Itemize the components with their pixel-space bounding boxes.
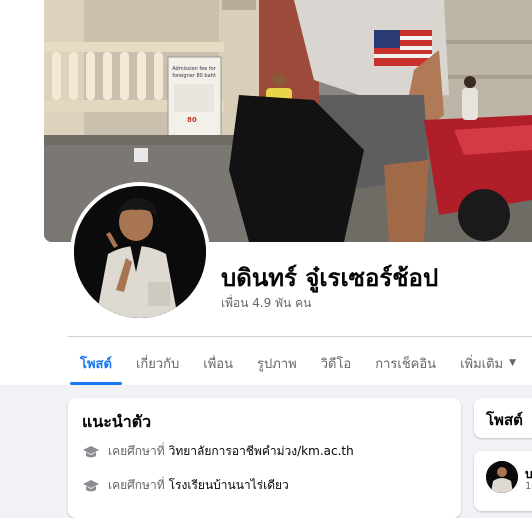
tab-about-label: เกี่ยวกับ — [135, 356, 180, 372]
tab-posts[interactable]: โพสต์ — [68, 341, 124, 385]
tab-posts-label: โพสต์ — [80, 356, 112, 372]
header-divider — [68, 336, 532, 337]
tab-friends-label: เพื่อน — [203, 356, 234, 372]
tab-videos-label: วิดีโอ — [320, 356, 352, 372]
tab-friends[interactable]: เพื่อน — [191, 341, 245, 385]
intro-card: แนะนำตัว เคยศึกษาที่ วิทยาลัยการอาชีพคำม… — [68, 398, 461, 518]
sign-price: 80 — [187, 116, 197, 124]
intro-title: แนะนำตัว — [82, 412, 152, 431]
profile-avatar-image — [74, 186, 206, 318]
profile-name: บดินทร์ จู๋เรเซอร์ช้อป — [221, 264, 439, 292]
tab-photos[interactable]: รูปภาพ — [245, 341, 309, 385]
post-author-avatar-image — [486, 461, 518, 493]
intro-item-prefix: เคยศึกษาที่ — [108, 444, 165, 458]
post-timestamp: 1 — [525, 481, 532, 492]
sign-text-1: Admission fee for — [172, 66, 217, 72]
profile-avatar[interactable] — [74, 186, 206, 318]
intro-item-school-link[interactable]: วิทยาลัยการอาชีพคำม่วง/km.ac.th — [169, 442, 354, 461]
post-card: บ 1 — [474, 451, 532, 511]
post-author-avatar[interactable] — [486, 461, 518, 493]
chevron-down-icon: ▼ — [509, 358, 517, 368]
tab-more[interactable]: เพิ่มเติม ▼ — [448, 341, 528, 385]
profile-tabs: โพสต์ เกี่ยวกับ เพื่อน รูปภาพ วิดีโอ การ… — [68, 341, 528, 385]
posts-title: โพสต์ — [486, 411, 523, 429]
posts-header-card: โพสต์ — [474, 398, 532, 438]
tab-more-label: เพิ่มเติม — [460, 356, 504, 372]
graduation-cap-icon — [83, 445, 99, 457]
tab-checkins[interactable]: การเช็คอิน — [363, 341, 448, 385]
intro-item-education-1: เคยศึกษาที่ วิทยาลัยการอาชีพคำม่วง/km.ac… — [82, 442, 354, 461]
graduation-cap-icon — [83, 479, 99, 491]
tab-about[interactable]: เกี่ยวกับ — [124, 341, 191, 385]
friends-count[interactable]: เพื่อน 4.9 พัน คน — [221, 294, 311, 313]
tab-videos[interactable]: วิดีโอ — [309, 341, 364, 385]
tab-checkins-label: การเช็คอิน — [375, 356, 437, 372]
intro-item-school-link[interactable]: โรงเรียนบ้านนาไร่เดียว — [169, 476, 289, 495]
sign-text-2: foreigner 80 baht — [172, 73, 216, 79]
tab-photos-label: รูปภาพ — [257, 356, 297, 372]
intro-item-education-2: เคยศึกษาที่ โรงเรียนบ้านนาไร่เดียว — [82, 476, 289, 495]
intro-item-prefix: เคยศึกษาที่ — [108, 478, 165, 492]
